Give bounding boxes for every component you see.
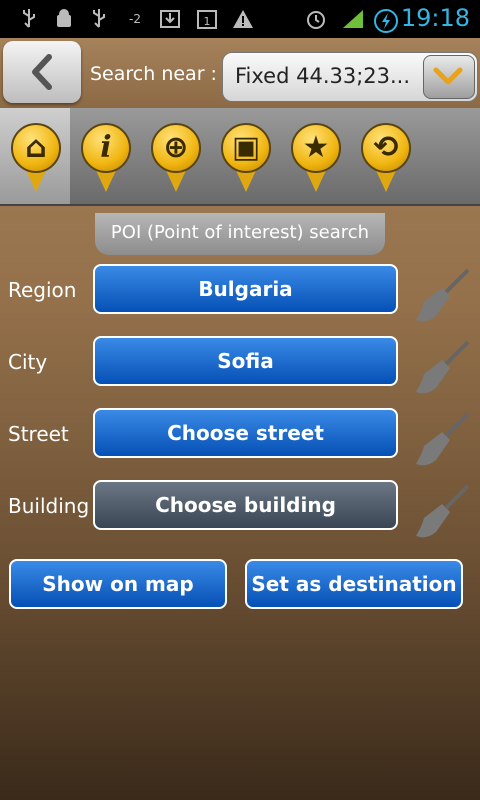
search-near-label: Search near : <box>90 63 217 85</box>
street-button[interactable]: Choose street <box>93 408 398 458</box>
broom-icon <box>416 412 470 466</box>
broom-icon <box>416 484 470 538</box>
top-bar: Search near : Fixed 44.33;23... <box>0 38 480 108</box>
clear-street-button[interactable] <box>412 410 472 470</box>
category-history[interactable]: ⟲ <box>356 118 416 198</box>
history-icon: ⟲ <box>373 130 399 165</box>
download-icon <box>158 8 182 30</box>
warning-icon <box>231 8 255 30</box>
city-label: City <box>8 350 48 374</box>
region-button[interactable]: Bulgaria <box>93 264 398 314</box>
show-on-map-button[interactable]: Show on map <box>9 559 227 609</box>
usb-icon <box>18 8 40 30</box>
location-value: Fixed 44.33;23... <box>235 64 411 88</box>
status-bar: -2 1 19:18 <box>0 0 480 38</box>
chevron-left-icon <box>32 54 52 90</box>
usb-icon <box>88 8 110 30</box>
location-dropdown-button[interactable] <box>423 55 475 99</box>
building-button[interactable]: Choose building <box>93 480 398 530</box>
clear-building-button[interactable] <box>412 482 472 542</box>
street-label: Street <box>8 422 69 446</box>
cell-signal-icon <box>340 8 366 30</box>
broom-icon <box>416 268 470 322</box>
region-label: Region <box>8 278 77 302</box>
clock-time: 19:18 <box>400 4 470 32</box>
set-destination-button[interactable]: Set as destination <box>245 559 463 609</box>
category-info[interactable]: i <box>76 118 136 198</box>
city-button[interactable]: Sofia <box>93 336 398 386</box>
building-label: Building <box>8 494 90 518</box>
signal-minus-icon: -2 <box>129 12 141 26</box>
svg-text:1: 1 <box>204 15 211 28</box>
home-icon: ⌂ <box>25 130 47 165</box>
bus-icon: ▣ <box>231 130 261 165</box>
sync-icon <box>372 8 400 33</box>
location-select[interactable]: Fixed 44.33;23... <box>222 52 478 102</box>
back-button[interactable] <box>3 41 81 103</box>
category-bar: ⌂ i ⊕ ▣ ★ ⟲ <box>0 108 480 206</box>
category-globe[interactable]: ⊕ <box>146 118 206 198</box>
android-debug-icon <box>52 8 76 30</box>
clear-region-button[interactable] <box>412 266 472 326</box>
clear-city-button[interactable] <box>412 338 472 398</box>
category-favorites[interactable]: ★ <box>286 118 346 198</box>
category-transport[interactable]: ▣ <box>216 118 276 198</box>
globe-icon: ⊕ <box>163 130 189 165</box>
poi-search-title: POI (Point of interest) search <box>95 213 385 255</box>
category-home[interactable]: ⌂ <box>6 118 66 198</box>
calendar-icon: 1 <box>195 8 219 30</box>
star-icon: ★ <box>302 130 330 165</box>
alarm-icon <box>303 8 329 30</box>
chevron-down-icon <box>433 67 463 85</box>
info-icon: i <box>100 130 112 165</box>
broom-icon <box>416 340 470 394</box>
